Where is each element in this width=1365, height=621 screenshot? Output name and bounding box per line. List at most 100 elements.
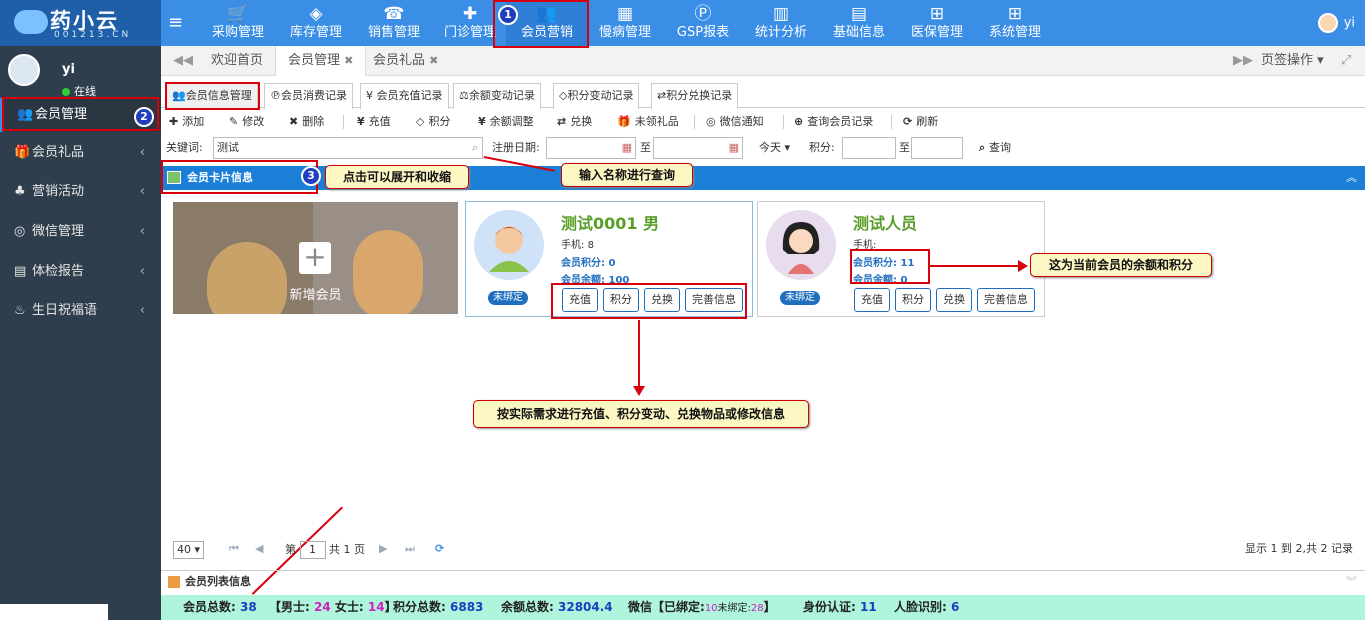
- member-name: 测试人员: [853, 214, 918, 233]
- points-to-input[interactable]: [911, 137, 963, 159]
- stat-total: 会员总数: 38: [183, 600, 257, 614]
- status-dot-icon: [62, 88, 70, 96]
- page-size-select[interactable]: 40 ▾: [173, 541, 205, 559]
- subtab-points-exchange[interactable]: ⇄积分兑换记录: [651, 83, 739, 109]
- tab-operations-menu[interactable]: 页签操作 ▾: [1261, 46, 1324, 76]
- medkit-icon: ✚: [462, 4, 478, 24]
- sidebar-item-report[interactable]: ▤ 体检报告 ‹: [0, 255, 161, 289]
- search-plus-icon: ⊕: [794, 115, 804, 128]
- fullscreen-icon[interactable]: ⤢: [1341, 46, 1351, 76]
- unclaimed-gift-button[interactable]: 🎁 未领礼品: [617, 110, 679, 134]
- subtab-consume-record[interactable]: ℗会员消费记录: [264, 83, 353, 109]
- status-badge: 未绑定: [488, 291, 528, 305]
- wechat-notify-button[interactable]: ◎ 微信通知: [706, 110, 764, 134]
- nav-system[interactable]: ⊞ 系统管理: [984, 0, 1046, 46]
- edit-button[interactable]: ✎ 修改: [229, 110, 264, 134]
- exchange-button[interactable]: ⇄ 兑换: [557, 110, 592, 134]
- gsp-icon: Ⓟ: [694, 4, 712, 24]
- refresh-icon: ⟳: [903, 115, 913, 128]
- sidebar-item-member-gift[interactable]: 🎁 会员礼品 ‹: [0, 136, 161, 170]
- cart-icon: 🛒: [227, 4, 249, 24]
- nav-sales[interactable]: ☎ 销售管理: [361, 0, 427, 46]
- arrow-line: [638, 320, 640, 388]
- expand-icon[interactable]: ︾: [1346, 571, 1357, 593]
- nav-clinic[interactable]: ✚ 门诊管理: [439, 0, 501, 46]
- keyword-input[interactable]: 测试 ⌕: [213, 137, 483, 159]
- points-from-input[interactable]: [842, 137, 896, 159]
- delete-button[interactable]: ✖ 删除: [289, 110, 324, 134]
- nav-basic[interactable]: ▤ 基础信息: [828, 0, 890, 46]
- subtab-points-change[interactable]: ◇积分变动记录: [553, 83, 640, 109]
- tabs-back-icon[interactable]: ◀◀: [173, 46, 193, 76]
- gift-icon: 🎁: [617, 115, 631, 128]
- callout-toggle: 点击可以展开和收缩: [325, 165, 469, 189]
- next-page-icon[interactable]: ▶: [379, 541, 387, 557]
- points-button[interactable]: 积分: [895, 288, 931, 312]
- refresh-icon[interactable]: ⟳: [435, 541, 444, 557]
- top-navbar: 药小云 001213.CN ≡ 🛒 采购管理 ◈ 库存管理 ☎ 销售管理 ✚ 门诊管理 …: [0, 0, 1365, 46]
- brand-domain: 001213.CN: [54, 30, 132, 40]
- date-to-input[interactable]: ▦: [653, 137, 743, 159]
- complete-info-button[interactable]: 完善信息: [977, 288, 1035, 312]
- step-number-3: 3: [301, 166, 321, 186]
- subtab-recharge-record[interactable]: ¥ 会员充值记录: [360, 83, 449, 109]
- callout-actions: 按实际需求进行充值、积分变动、兑换物品或修改信息: [473, 400, 809, 428]
- windows-icon: ⊞: [1007, 4, 1023, 24]
- chevron-left-icon: ‹: [139, 224, 145, 239]
- add-member-label: 新增会员: [289, 288, 342, 303]
- tab-welcome[interactable]: 欢迎首页: [211, 46, 263, 76]
- balance-adjust-button[interactable]: ¥ 余额调整: [478, 110, 534, 134]
- collapse-icon[interactable]: ︽: [1346, 166, 1357, 190]
- callout-balance: 这为当前会员的余额和积分: [1030, 253, 1212, 277]
- sidebar-footer-blank: [0, 604, 108, 620]
- gift-icon: 🎁: [14, 145, 31, 160]
- tab-member-gift[interactable]: 会员礼品 ✖: [373, 46, 438, 76]
- plus-icon: ✚: [169, 115, 179, 128]
- stats-footer: 会员总数: 38 【男士: 24 女士: 14】 积分总数: 6883 余额总数…: [161, 595, 1365, 620]
- member-subtabs: 👥会员信息管理 ℗会员消费记录 ¥ 会员充值记录 ⚖余额变动记录 ◇积分变动记录…: [161, 80, 1365, 109]
- page-number-input[interactable]: 1: [299, 541, 326, 559]
- member-list-header[interactable]: 会员列表信息 ︾: [161, 570, 1365, 592]
- windows-icon: ⊞: [929, 4, 945, 24]
- tabs-forward-icon[interactable]: ▶▶: [1233, 46, 1253, 76]
- to-label: 至: [899, 141, 910, 154]
- sidebar-item-wechat[interactable]: ◎ 微信管理 ‹: [0, 215, 161, 249]
- first-page-icon[interactable]: ⏮: [229, 541, 239, 557]
- top-user-menu[interactable]: yi: [1317, 13, 1355, 33]
- close-icon[interactable]: ✖: [344, 54, 353, 67]
- nav-gsp[interactable]: Ⓟ GSP报表: [672, 0, 734, 46]
- brand-logo: 药小云 001213.CN: [0, 0, 161, 46]
- pencil-icon: ✎: [229, 115, 239, 128]
- sidebar-user: yi 在线: [0, 46, 161, 98]
- diamond-icon: ◇: [416, 115, 425, 128]
- recharge-button[interactable]: ¥ 充值: [357, 110, 391, 134]
- query-record-button[interactable]: ⊕ 查询会员记录: [794, 110, 873, 134]
- points-button[interactable]: ◇ 积分: [416, 110, 450, 134]
- nav-inventory[interactable]: ◈ 库存管理: [283, 0, 349, 46]
- chevron-left-icon: ‹: [139, 264, 145, 279]
- close-icon[interactable]: ✖: [429, 54, 438, 67]
- prev-page-icon[interactable]: ◀: [255, 541, 263, 557]
- close-icon: ✖: [289, 115, 299, 128]
- refresh-button[interactable]: ⟳ 刷新: [903, 110, 938, 134]
- add-member-card[interactable]: + 新增会员: [173, 202, 458, 314]
- sidebar-item-marketing[interactable]: ♣ 营销活动 ‹: [0, 175, 161, 209]
- arrow-head-icon: [1018, 260, 1028, 272]
- calendar-icon: ▦: [728, 141, 739, 154]
- add-button[interactable]: ✚ 添加: [169, 110, 204, 134]
- nav-purchase[interactable]: 🛒 采购管理: [205, 0, 271, 46]
- date-preset-select[interactable]: 今天 ▾: [759, 136, 790, 160]
- nav-chronic[interactable]: ▦ 慢病管理: [594, 0, 656, 46]
- scale-icon: ⚖: [459, 89, 469, 102]
- menu-toggle-icon[interactable]: ≡: [168, 12, 183, 33]
- nav-stats[interactable]: ▥ 统计分析: [750, 0, 812, 46]
- nav-insurance[interactable]: ⊞ 医保管理: [906, 0, 968, 46]
- subtab-balance-change[interactable]: ⚖余额变动记录: [453, 83, 541, 109]
- exchange-button[interactable]: 兑换: [936, 288, 972, 312]
- recharge-button[interactable]: 充值: [854, 288, 890, 312]
- last-page-icon[interactable]: ⏭: [405, 541, 415, 557]
- sidebar-item-birthday[interactable]: ♨ 生日祝福语 ‹: [0, 294, 161, 328]
- query-button[interactable]: ⌕ 查询: [979, 136, 1011, 160]
- tab-member-manage[interactable]: 会员管理 ✖: [275, 46, 367, 76]
- date-from-input[interactable]: ▦: [546, 137, 636, 159]
